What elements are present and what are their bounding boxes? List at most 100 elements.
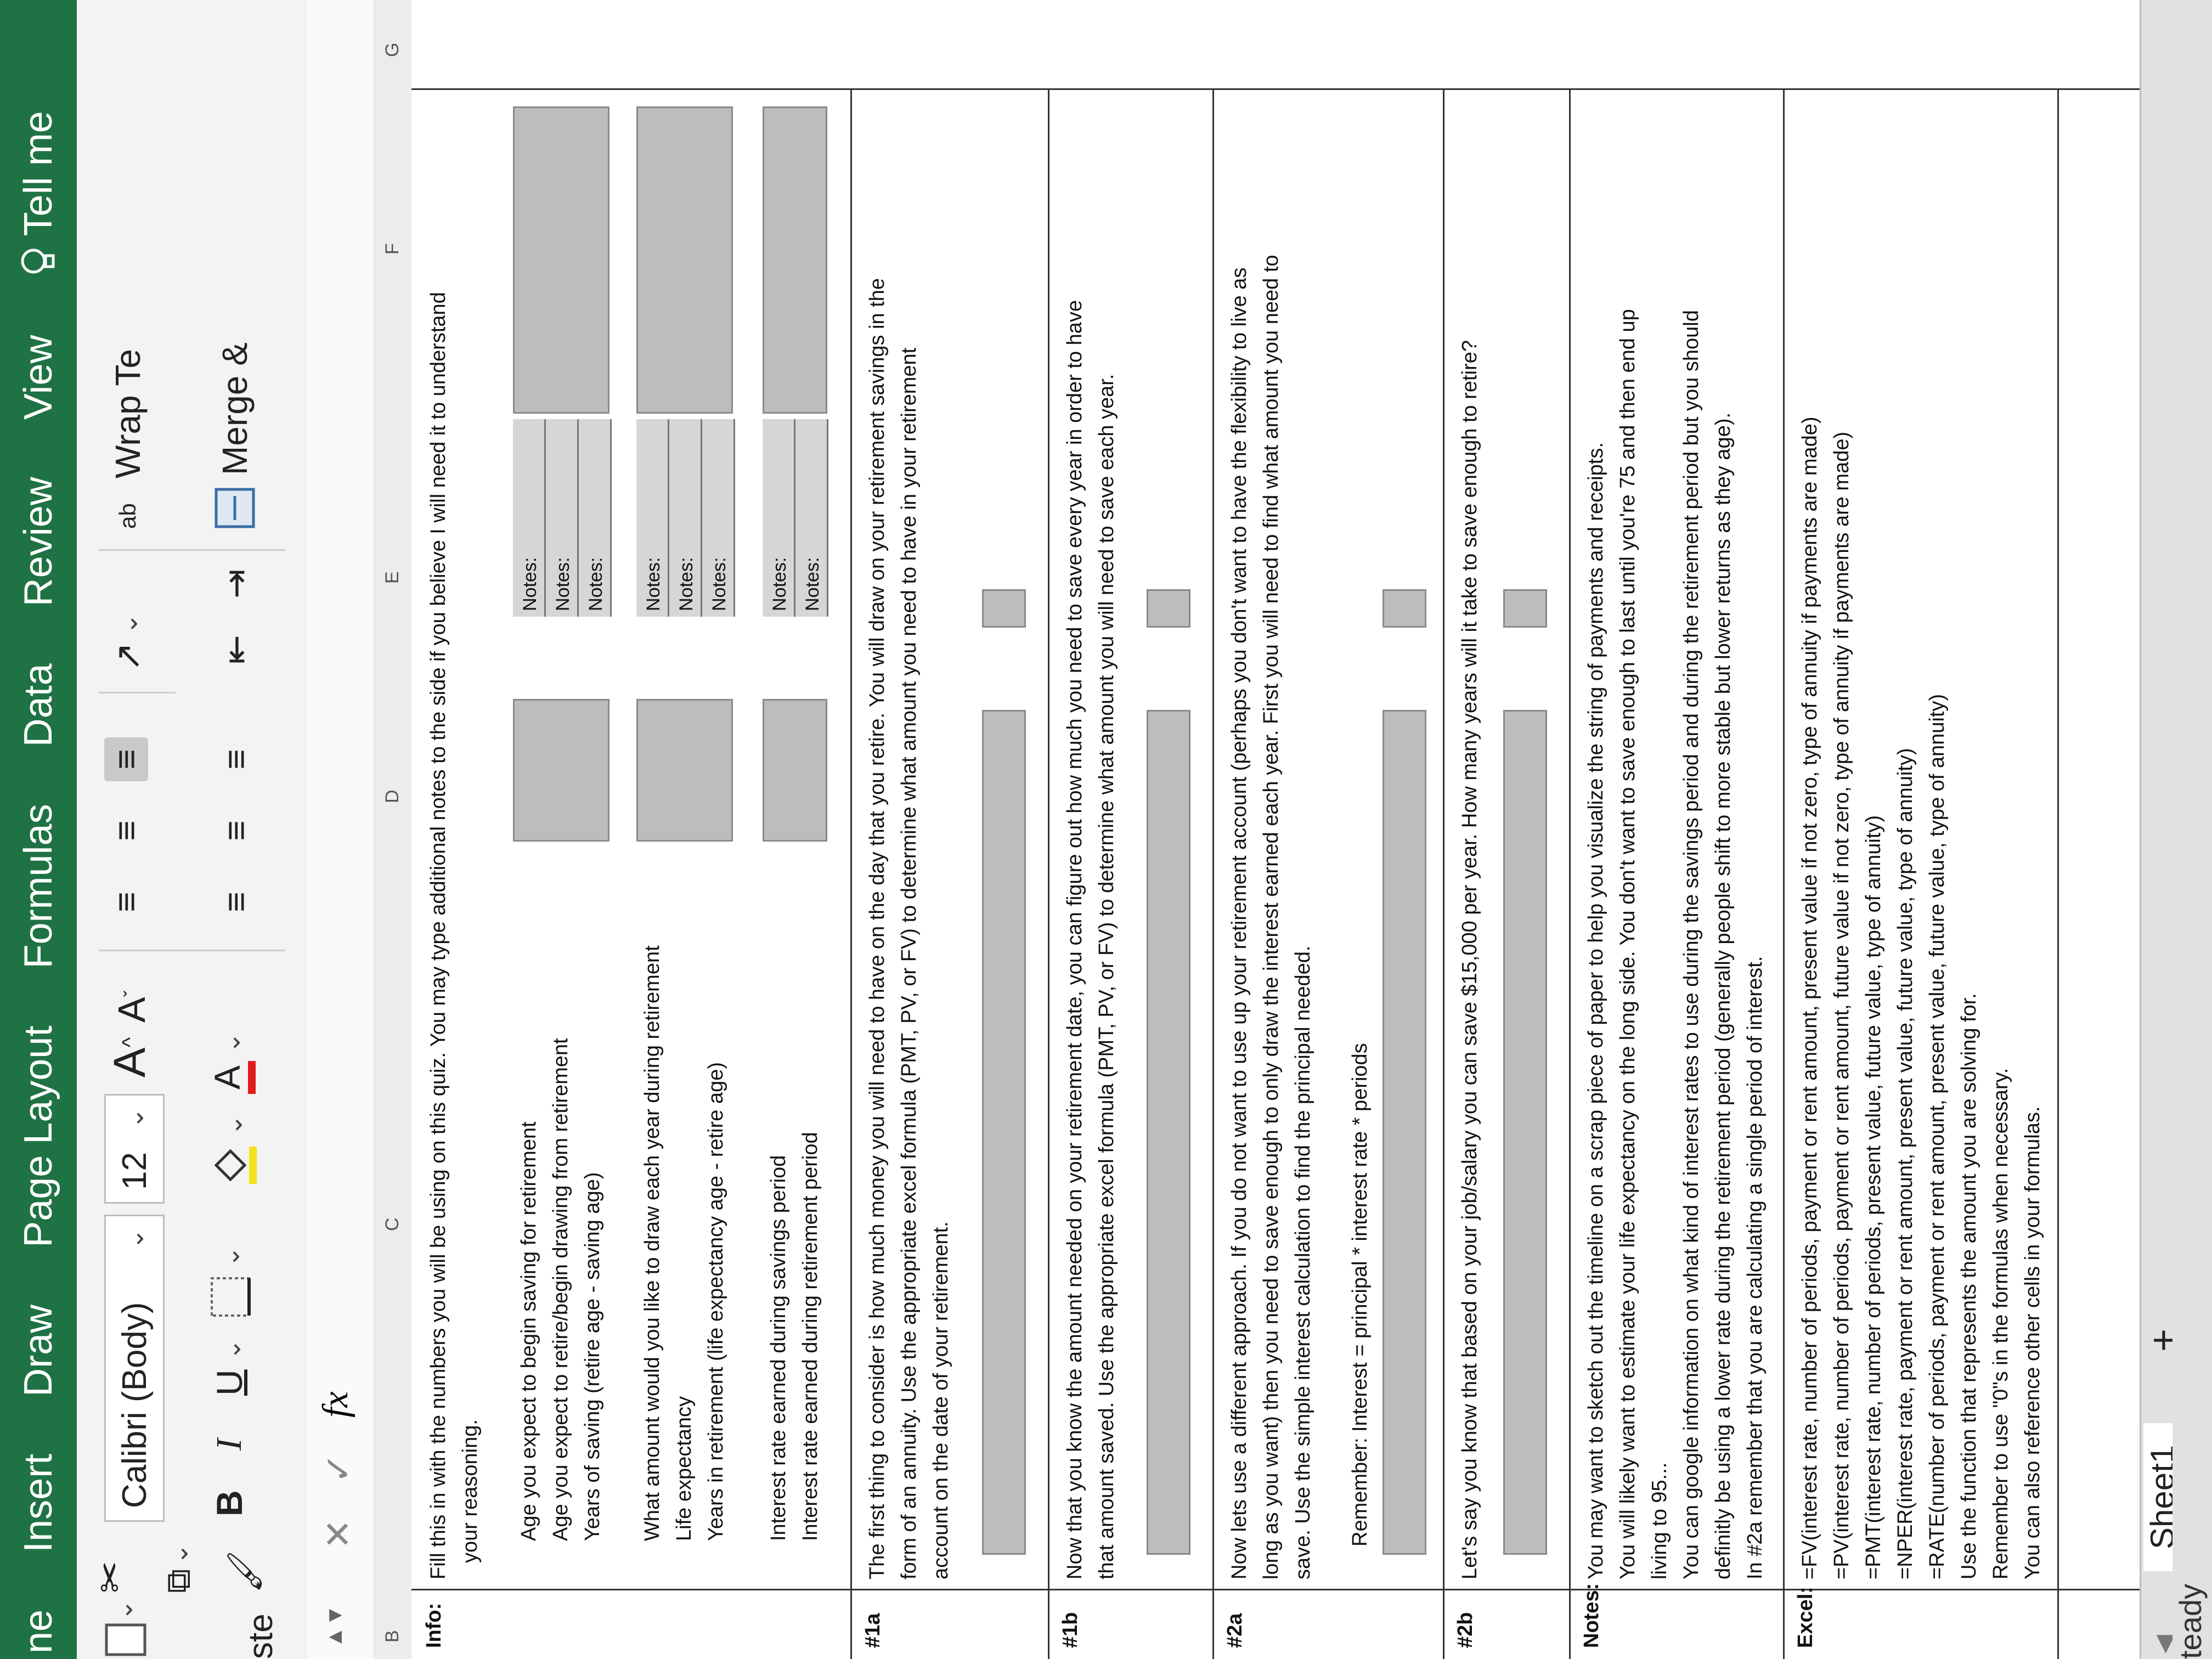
bold-button[interactable]: B <box>208 1490 250 1516</box>
tab-view[interactable]: View <box>16 306 61 448</box>
chevron-down-icon: ⌄ <box>120 1108 149 1129</box>
notes-text-3: living to 95... <box>1648 1462 1671 1579</box>
notes-text-2: You will likely want to estimate your li… <box>1616 309 1639 1579</box>
column-header-e[interactable]: E <box>382 571 403 584</box>
align-center-button[interactable]: ≡ <box>214 809 258 853</box>
tab-review[interactable]: Review <box>16 448 61 635</box>
cancel-icon[interactable]: ✕ <box>317 1519 359 1549</box>
input-cell-group2[interactable] <box>636 699 733 842</box>
font-size-select[interactable]: 12 ⌄ <box>104 1094 165 1204</box>
excel-text-8: You can also reference other cells in yo… <box>2021 1106 2044 1580</box>
row-divider <box>1569 90 1571 1659</box>
column-header-c[interactable]: C <box>382 1217 403 1231</box>
notes-cell[interactable]: Notes: <box>579 419 612 617</box>
worksheet-grid[interactable]: Info: Fill this in with the numbers you … <box>411 0 2140 1659</box>
chevron-down-icon: ⌄ <box>120 1228 149 1250</box>
formula-input[interactable] <box>313 13 365 1352</box>
copy-icon[interactable]: ⧉ ⌄ <box>159 1543 199 1593</box>
tab-data[interactable]: Data <box>16 635 61 775</box>
excel-text-2: =PV(interest rate, number of periods, pa… <box>1830 431 1853 1579</box>
row-divider <box>2057 90 2059 1659</box>
answer-side-cell-1b[interactable] <box>1147 589 1190 628</box>
cut-icon[interactable]: ✂ <box>88 1561 133 1593</box>
insert-function-button[interactable]: fx <box>315 1391 357 1418</box>
underline-dropdown[interactable]: ⌄ <box>217 1339 246 1360</box>
align-right-button[interactable]: ≡ <box>214 737 258 781</box>
align-middle-button[interactable]: ≡ <box>104 809 148 853</box>
merge-button[interactable]: Merge & <box>214 342 256 529</box>
underline-button[interactable]: U <box>208 1369 250 1396</box>
italic-button[interactable]: I <box>208 1438 250 1451</box>
q2a-text-2: long as you want) then you need to save … <box>1260 255 1283 1579</box>
notes-cell[interactable]: Notes: <box>795 419 828 617</box>
borders-button[interactable]: ⌄ <box>208 1246 252 1319</box>
answer-side-cell-2b[interactable] <box>1503 589 1547 628</box>
answer-side-cell-2a[interactable] <box>1383 589 1426 628</box>
row-label-notes: Notes: <box>1580 1583 1603 1648</box>
chevron-down-icon: ⌄ <box>109 1599 138 1621</box>
notes-cell[interactable]: Notes: <box>669 419 702 617</box>
notes-cell[interactable]: Notes: <box>513 419 546 617</box>
format-painter-icon[interactable]: 🖌 <box>225 1550 265 1593</box>
tab-page-layout[interactable]: Page Layout <box>16 997 61 1276</box>
font-color-button[interactable]: A ⌄ <box>206 1032 256 1094</box>
tab-formulas[interactable]: Formulas <box>16 775 61 997</box>
excel-text-1: =FV(interest rate, number of periods, pa… <box>1798 416 1821 1579</box>
q2b-text-1: Let's say you know that based on your jo… <box>1458 340 1481 1579</box>
notes-cell[interactable]: Notes: <box>636 419 669 617</box>
merge-cells-icon <box>215 488 255 528</box>
answer-cell-2b[interactable] <box>1503 710 1547 1555</box>
info-text-2: your reasoning. <box>459 1419 482 1563</box>
q1a-text-1: The first thing to consider is how much … <box>866 278 889 1579</box>
input-cell-group3[interactable] <box>763 699 827 842</box>
column-header-g[interactable]: G <box>382 43 403 57</box>
info-label-rate-savings: Interest rate earned during savings peri… <box>767 1155 790 1541</box>
tab-draw[interactable]: Draw <box>16 1276 61 1425</box>
increase-indent-button[interactable]: ⇥ <box>214 562 258 606</box>
answer-side-cell-1a[interactable] <box>982 589 1026 628</box>
column-header-f[interactable]: F <box>382 243 403 255</box>
notes-cell[interactable]: Notes: <box>763 419 795 617</box>
row-label-1a: #1a <box>861 1613 884 1648</box>
shrink-font-button[interactable]: Aˇ <box>110 990 154 1023</box>
notes-input-group1[interactable] <box>513 106 610 414</box>
column-header-d[interactable]: D <box>382 789 403 803</box>
font-size-value: 12 <box>115 1152 154 1190</box>
enter-icon[interactable]: ✓ <box>317 1453 359 1483</box>
input-cell-group1[interactable] <box>513 699 610 842</box>
grow-font-button[interactable]: A ^ <box>104 1037 156 1077</box>
row-label-excel: Excel: <box>1794 1587 1817 1648</box>
tell-me-box[interactable]: Tell me <box>16 82 61 306</box>
notes-input-group3[interactable] <box>763 106 827 414</box>
tell-me-label: Tell me <box>16 111 60 236</box>
notes-input-group2[interactable] <box>636 106 733 414</box>
decrease-indent-button[interactable]: ⇤ <box>214 628 258 672</box>
answer-cell-1b[interactable] <box>1147 710 1190 1555</box>
wrap-text-button[interactable]: ab Wrap Te <box>108 349 148 529</box>
excel-text-7: Remember to use "0"s in the formulas whe… <box>1989 1068 2012 1579</box>
align-top-button[interactable]: ≡ <box>104 880 148 924</box>
answer-cell-1a[interactable] <box>982 710 1026 1555</box>
info-label-rate-retirement: Interest rate earned during retirement p… <box>799 1132 822 1541</box>
paste-button[interactable]: ⌄ <box>99 1599 148 1659</box>
align-bottom-button[interactable]: ≡ <box>104 737 148 781</box>
column-header-b[interactable]: B <box>382 1630 403 1643</box>
info-label-years-retirement: Years in retirement (life expectancy age… <box>704 1062 727 1541</box>
excel-text-6: Use the function that represents the amo… <box>1957 993 1980 1579</box>
answer-cell-2a[interactable] <box>1383 710 1426 1555</box>
notes-cell[interactable]: Notes: <box>702 419 735 617</box>
align-left-button[interactable]: ≡ <box>214 880 258 924</box>
notes-text-5: definitly be using a lower rate during t… <box>1712 412 1735 1579</box>
info-text-1: Fill this in with the numbers you will b… <box>427 292 450 1579</box>
column-divider <box>411 88 2140 90</box>
font-name-select[interactable]: Calibri (Body) ⌄ <box>104 1215 165 1522</box>
name-box-arrows[interactable]: ▲▼ <box>323 1605 347 1648</box>
fill-color-button[interactable]: ⌄ <box>208 1114 258 1187</box>
tab-insert[interactable]: Insert <box>16 1425 61 1581</box>
notes-text-4: You can google information on what kind … <box>1680 310 1703 1579</box>
notes-cell[interactable]: Notes: <box>546 419 579 617</box>
lightbulb-icon <box>21 249 55 274</box>
orientation-button[interactable]: ↗ ⌄ <box>108 613 149 672</box>
row-divider <box>850 90 852 1659</box>
tab-home[interactable]: ne <box>16 1581 61 1659</box>
